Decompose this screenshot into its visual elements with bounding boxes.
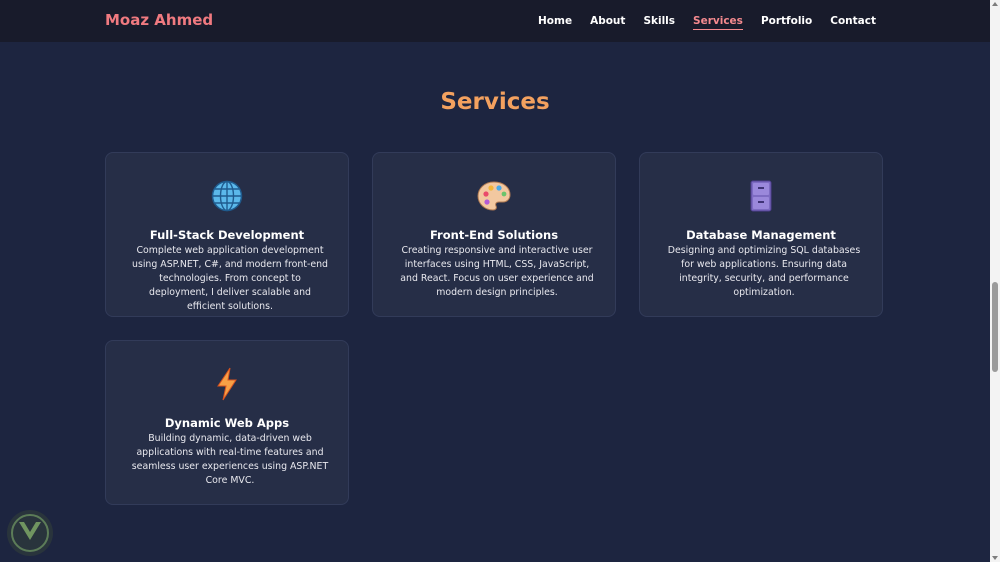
file-cabinet-icon — [640, 179, 882, 213]
globe-icon — [106, 179, 348, 213]
service-description: Designing and optimizing SQL databases f… — [667, 245, 861, 298]
nav-link-contact[interactable]: Contact — [830, 15, 876, 30]
page-scrollbar[interactable] — [990, 0, 1000, 562]
navbar: Moaz Ahmed Home About Skills Services Po… — [0, 0, 990, 42]
service-card-frontend: Front-End Solutions Creating responsive … — [372, 152, 616, 317]
service-description: Complete web application development usi… — [132, 245, 328, 312]
service-title: Database Management — [686, 228, 836, 242]
service-description: Building dynamic, data-driven web applic… — [131, 433, 329, 486]
nav-link-portfolio[interactable]: Portfolio — [761, 15, 812, 30]
section-title: Services — [440, 89, 550, 115]
nav-link-skills[interactable]: Skills — [643, 15, 675, 30]
scroll-down-arrow-icon[interactable] — [992, 556, 998, 560]
service-title: Dynamic Web Apps — [164, 416, 290, 430]
service-card-fullstack: Full-Stack Development Complete web appl… — [105, 152, 349, 317]
palette-icon — [373, 179, 615, 213]
scrollbar-thumb[interactable] — [992, 282, 998, 372]
service-description: Creating responsive and interactive user… — [400, 245, 594, 298]
nav-link-services[interactable]: Services — [693, 15, 743, 30]
nav-link-about[interactable]: About — [590, 15, 625, 30]
brand-logo[interactable]: Moaz Ahmed — [105, 11, 213, 29]
service-title: Front-End Solutions — [429, 228, 559, 242]
lightning-icon — [106, 367, 348, 401]
service-title: Full-Stack Development — [149, 228, 305, 242]
service-card-database: Database Management Designing and optimi… — [639, 152, 883, 317]
page: Moaz Ahmed Home About Skills Services Po… — [0, 0, 1000, 562]
nav-link-home[interactable]: Home — [538, 15, 572, 30]
watermark-logo — [5, 508, 55, 558]
service-card-dynamic-apps: Dynamic Web Apps Building dynamic, data-… — [105, 340, 349, 505]
nav-links: Home About Skills Services Portfolio Con… — [538, 15, 876, 30]
scroll-up-arrow-icon[interactable] — [992, 2, 998, 6]
